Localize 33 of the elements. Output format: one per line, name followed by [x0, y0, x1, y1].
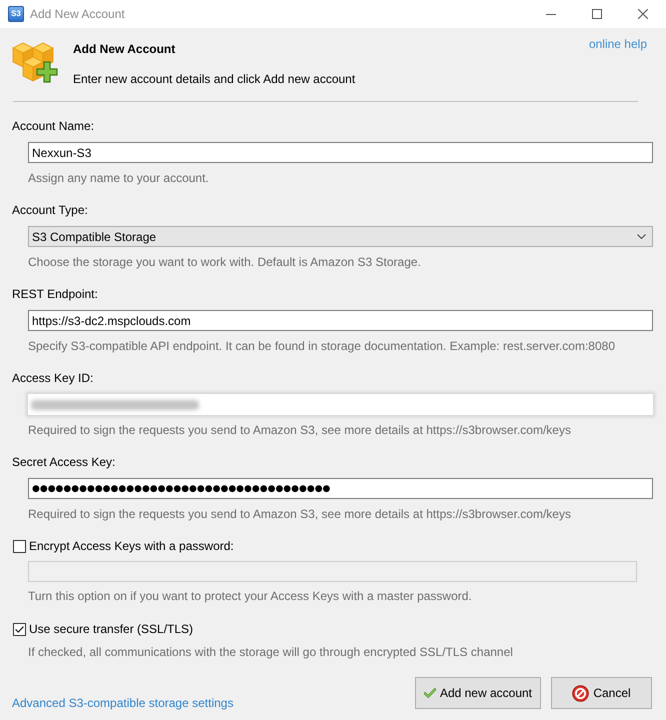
close-icon[interactable]: [638, 9, 648, 19]
prohibited-icon: [572, 684, 590, 702]
tick-icon: [424, 686, 436, 700]
text-field[interactable]: [28, 394, 653, 415]
text-field[interactable]: Nexxun-S3: [28, 142, 653, 163]
field-hint: Choose the storage you want to work with. Default is Amazon S3 Storage.: [28, 254, 422, 270]
field-hint: Required to sign the requests you send to Amazon S3, see more details at https://s3browser.com/keys: [28, 422, 572, 438]
dialog-title: Add New Account: [73, 41, 176, 58]
text-field[interactable]: https://s3-dc2.mspclouds.com: [28, 310, 653, 331]
checkbox[interactable]: [13, 540, 26, 552]
field-label: Secret Access Key:: [12, 454, 116, 470]
dropdown[interactable]: S3 Compatible Storage: [28, 226, 653, 247]
cancel-button[interactable]: Cancel: [551, 677, 652, 709]
checkbox-label[interactable]: Use secure transfer (SSL/TLS): [29, 621, 194, 637]
field-label: Access Key ID:: [12, 370, 94, 386]
option-hint: Turn this option on if you want to protect your Access Keys with a master password.: [28, 588, 473, 604]
field-label: Account Type:: [12, 202, 89, 218]
maximize-icon[interactable]: [592, 9, 602, 19]
password-field[interactable]: ●●●●●●●●●●●●●●●●●●●●●●●●●●●●●●●●●●●●●●: [28, 478, 653, 499]
dialog-subtitle: Enter new account details and click Add new account: [73, 71, 356, 88]
option-hint: If checked, all communications with the storage will go through encrypted SSL/TLS channel: [28, 644, 514, 660]
window-title: Add New Account: [30, 7, 126, 21]
add-account-button[interactable]: Add new account: [415, 677, 541, 709]
chevron-down-icon: [637, 234, 646, 239]
field-label: Account Name:: [12, 118, 96, 134]
field-label: REST Endpoint:: [12, 286, 99, 302]
field-hint: Specify S3-compatible API endpoint. It can be found in storage documentation. Example: rest.server.com:8080: [28, 338, 616, 354]
checkbox[interactable]: [13, 622, 26, 636]
field-hint: Required to sign the requests you send to Amazon S3, see more details at https://s3browser.com/keys: [28, 506, 572, 522]
cubes-plus-icon: [12, 40, 58, 84]
field-hint: Assign any name to your account.: [28, 170, 210, 186]
app-logo: S3: [8, 6, 24, 22]
checkbox-label[interactable]: Encrypt Access Keys with a password:: [29, 538, 234, 554]
